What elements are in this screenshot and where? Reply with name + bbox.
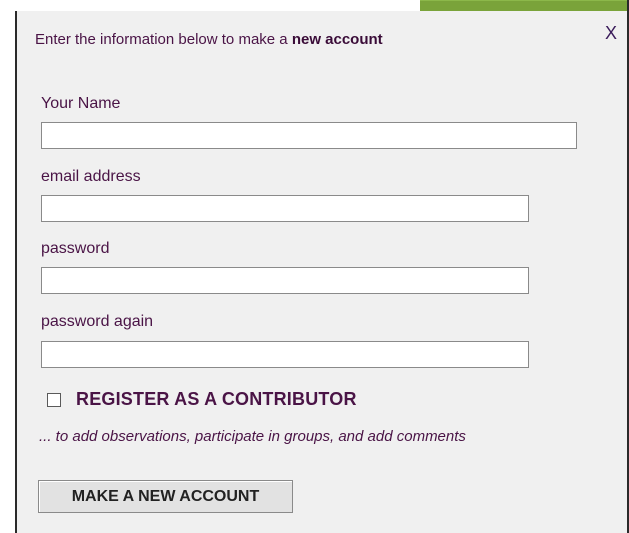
close-button[interactable]: X — [605, 24, 617, 42]
page: Enter the information below to make a ne… — [0, 0, 629, 533]
contributor-option: REGISTER AS A CONTRIBUTOR — [47, 389, 357, 410]
dialog-header-emphasis: new account — [291, 31, 383, 48]
contributor-label[interactable]: REGISTER AS A CONTRIBUTOR — [76, 389, 357, 410]
name-label: Your Name — [41, 95, 121, 112]
contributor-description: ... to add observations, participate in … — [39, 428, 466, 445]
email-input[interactable] — [41, 195, 529, 222]
password-input[interactable] — [41, 267, 529, 294]
password-label: password — [41, 240, 110, 257]
make-account-button[interactable]: MAKE A NEW ACCOUNT — [38, 480, 293, 513]
contributor-checkbox[interactable] — [47, 392, 61, 407]
name-input[interactable] — [41, 122, 577, 149]
password-again-input[interactable] — [41, 341, 529, 368]
new-account-dialog: Enter the information below to make a ne… — [15, 11, 627, 533]
dialog-header-text: Enter the information below to make a — [35, 31, 292, 48]
password-again-label: password again — [41, 313, 154, 330]
email-label: email address — [41, 168, 141, 185]
dialog-header: Enter the information below to make a ne… — [35, 31, 383, 48]
